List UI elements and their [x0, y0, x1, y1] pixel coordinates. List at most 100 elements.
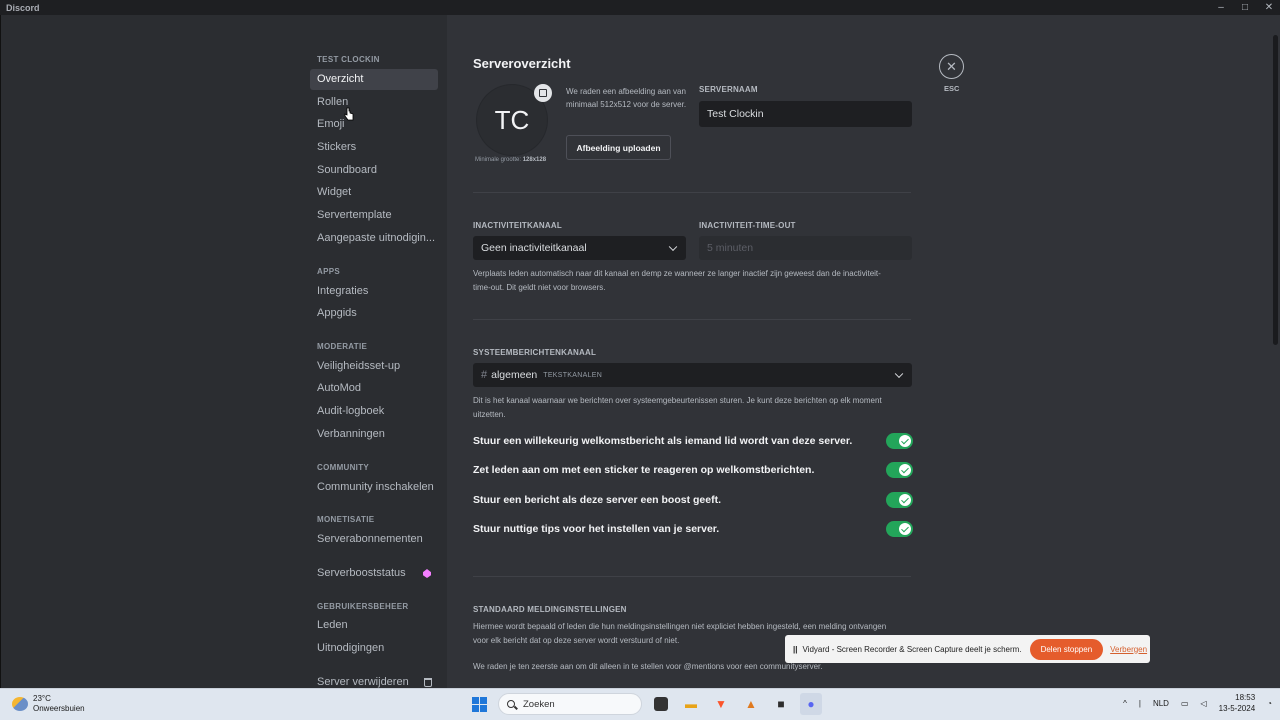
scrollbar[interactable] [1273, 35, 1278, 345]
sidebar-item-emoji[interactable]: Emoji [310, 114, 438, 135]
toggle-row-sticker: Zet leden aan om met een sticker te reag… [473, 460, 913, 480]
system-channel-value: algemeen [491, 369, 538, 381]
divider [473, 319, 911, 320]
screen-share-bar: || Vidyard - Screen Recorder & Screen Ca… [785, 635, 1150, 663]
trash-icon [424, 678, 432, 687]
language-indicator[interactable]: NLD [1153, 699, 1169, 708]
sidebar-item-enable-community[interactable]: Community inschakelen [310, 477, 438, 498]
toggle-row-tips: Stuur nuttige tips voor het instellen va… [473, 519, 913, 539]
discord-taskbar-icon[interactable]: ● [800, 693, 822, 715]
upload-image-button[interactable]: Afbeelding uploaden [566, 135, 671, 160]
task-view-icon[interactable] [654, 697, 668, 711]
date: 13-5-2024 [1218, 704, 1256, 713]
inactive-help-text: Verplaats leden automatisch naar dit kan… [473, 269, 881, 292]
check-icon [899, 494, 911, 506]
category-monetization: MONETISATIE [317, 515, 375, 524]
inactive-timeout-value: 5 minuten [707, 242, 754, 254]
esc-label: ESC [944, 84, 960, 93]
image-recommendation: We raden een afbeelding aan van minimaal… [566, 87, 687, 109]
maximize-icon[interactable]: □ [1240, 2, 1250, 13]
minimize-icon[interactable]: – [1216, 2, 1226, 13]
weather-widget[interactable]: 23°C Onweersbuien [12, 694, 85, 714]
sidebar-item-integrations[interactable]: Integraties [310, 281, 438, 302]
share-text: Vidyard - Screen Recorder & Screen Captu… [802, 644, 1022, 654]
boost-toggle[interactable] [886, 492, 913, 508]
system-channel-label: SYSTEEMBERICHTENKANAAL [473, 348, 597, 357]
sidebar-item-audit-log[interactable]: Audit-logboek [310, 401, 438, 422]
microphone-icon[interactable]: | [1139, 699, 1141, 708]
brave-browser-icon[interactable]: ▼ [710, 693, 732, 715]
toggle-row-boost: Stuur een bericht als deze server een bo… [473, 490, 913, 510]
sidebar-item-server-subscriptions[interactable]: Serverabonnementen [310, 529, 438, 550]
server-name-input[interactable]: Test Clockin [699, 101, 912, 127]
sidebar-item-overview[interactable]: Overzicht [310, 69, 438, 90]
system-channel-select[interactable]: # algemeen TEKSTKANALEN [473, 363, 912, 387]
sidebar-item-stickers[interactable]: Stickers [310, 137, 438, 158]
app-title: Discord [6, 2, 40, 13]
inactive-channel-value: Geen inactiviteitkanaal [481, 242, 587, 254]
category-apps: APPS [317, 267, 340, 276]
upload-image-icon[interactable] [534, 84, 552, 102]
inactive-timeout-select: 5 minuten [699, 236, 912, 260]
category-user-management: GEBRUIKERSBEHEER [317, 602, 409, 611]
sidebar-item-invites[interactable]: Uitnodigingen [310, 638, 438, 659]
sticker-toggle[interactable] [886, 462, 913, 478]
file-explorer-icon[interactable]: ▬ [680, 693, 702, 715]
sidebar-item-server-template[interactable]: Servertemplate [310, 205, 438, 226]
category-moderation: MODERATIE [317, 342, 368, 351]
toggle-label: Stuur een bericht als deze server een bo… [473, 494, 721, 506]
hide-link[interactable]: Verbergen [1110, 645, 1147, 654]
weather-text: Onweersbuien [33, 704, 85, 713]
sidebar-item-custom-invite[interactable]: Aangepaste uitnodigin... [310, 228, 438, 249]
toggle-row-welcome: Stuur een willekeurig welkomstbericht al… [473, 431, 913, 451]
sidebar-item-safety-setup[interactable]: Veiligheidsset-up [310, 356, 438, 377]
category-server: TEST CLOCKIN [317, 55, 380, 64]
close-window-icon[interactable]: ✕ [1264, 2, 1274, 13]
title-bar: Discord – □ ✕ [0, 0, 1280, 15]
temperature: 23°C [33, 694, 51, 703]
notification-bell-icon[interactable]: ◔ [1267, 699, 1272, 708]
pause-icon[interactable]: || [793, 645, 797, 654]
search-icon [507, 700, 515, 708]
close-settings-button[interactable]: ✕ [939, 54, 964, 79]
clock[interactable]: 18:53 13-5-2024 [1219, 692, 1255, 714]
sidebar-item-automod[interactable]: AutoMod [310, 378, 438, 399]
channel-category: TEKSTKANALEN [543, 371, 603, 379]
inactive-channel-select[interactable]: Geen inactiviteitkanaal [473, 236, 686, 260]
windows-start-icon[interactable] [468, 693, 490, 715]
volume-icon[interactable]: ◁ [1201, 699, 1207, 708]
sidebar-item-app-directory[interactable]: Appgids [310, 303, 438, 324]
divider [473, 576, 911, 577]
divider [473, 192, 911, 193]
boost-gem-icon [423, 569, 431, 578]
network-icon[interactable]: ▭ [1181, 699, 1189, 708]
check-icon [899, 464, 911, 476]
app-icon[interactable]: ▲ [740, 693, 762, 715]
avatar-initials: TC [494, 104, 530, 135]
chevron-up-icon[interactable]: ^ [1123, 699, 1127, 708]
sidebar-item-members[interactable]: Leden [310, 615, 438, 636]
stop-sharing-button[interactable]: Delen stoppen [1029, 638, 1104, 660]
sidebar-item-widget[interactable]: Widget [310, 182, 438, 203]
taskbar-search[interactable]: Zoeken [498, 693, 642, 715]
check-icon [899, 435, 911, 447]
tips-toggle[interactable] [886, 521, 913, 537]
delete-server-label: Server verwijderen [317, 676, 409, 688]
system-tray: ^ | NLD ▭ ◁ 18:53 13-5-2024 ◔ [1123, 692, 1272, 714]
discord-window: Discord – □ ✕ TEST CLOCKIN Overzicht Rol… [0, 0, 1280, 720]
sidebar-item-roles[interactable]: Rollen [310, 92, 438, 113]
toggle-label: Stuur nuttige tips voor het instellen va… [473, 523, 720, 535]
boost-status-label: Serverbooststatus [317, 567, 406, 579]
toggle-label: Stuur een willekeurig welkomstbericht al… [473, 435, 853, 447]
sidebar-item-bans[interactable]: Verbanningen [310, 424, 438, 445]
sidebar-item-boost-status[interactable]: Serverbooststatus [310, 563, 438, 584]
settings-sidebar: TEST CLOCKIN Overzicht Rollen Emoji Stic… [0, 15, 447, 688]
time: 18:53 [1235, 693, 1256, 702]
close-icon: ✕ [946, 58, 957, 74]
terminal-icon[interactable]: ■ [770, 693, 792, 715]
sidebar-item-soundboard[interactable]: Soundboard [310, 160, 438, 181]
check-icon [899, 523, 911, 535]
chevron-down-icon [668, 242, 678, 252]
welcome-toggle[interactable] [886, 433, 913, 449]
server-name-label: SERVERNAAM [699, 85, 758, 94]
